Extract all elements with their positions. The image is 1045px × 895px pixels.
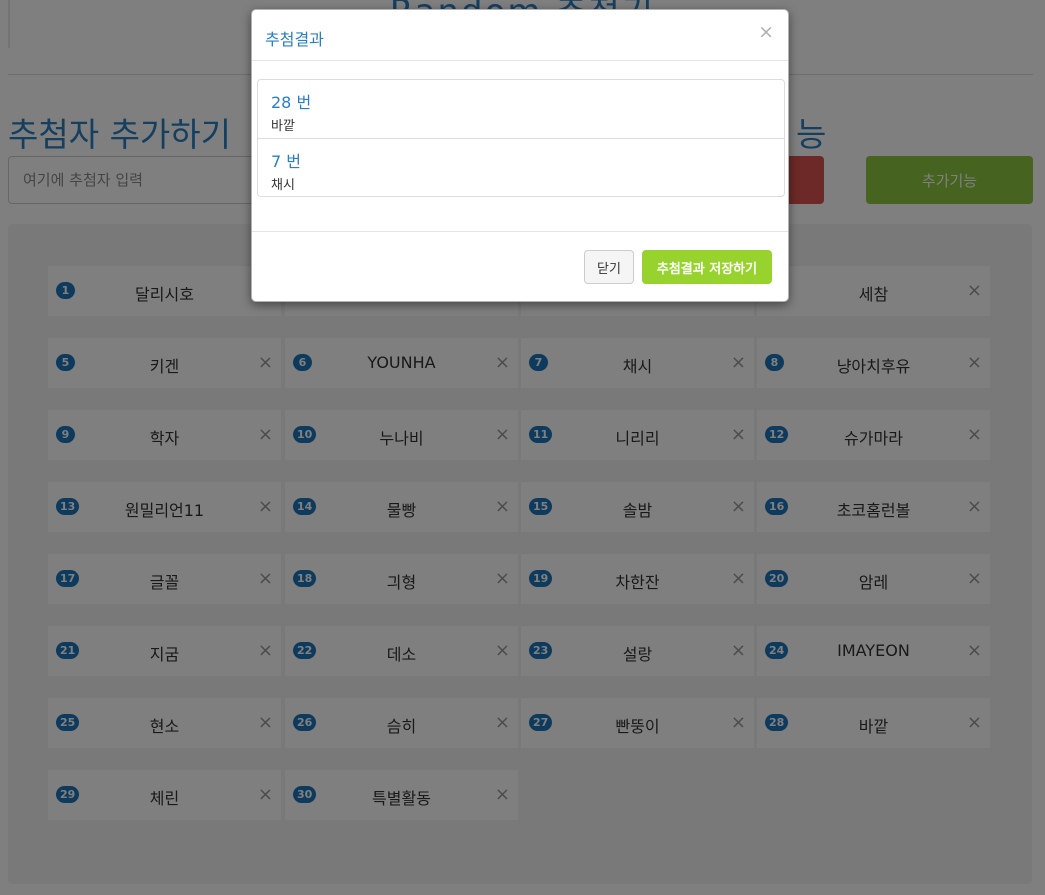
close-button[interactable]: 닫기 xyxy=(584,250,634,284)
modal-title: 추첨결과 xyxy=(265,30,324,49)
result-name: 채시 xyxy=(271,178,295,193)
result-list: 28 번 바깥 7 번 채시 xyxy=(257,79,785,197)
close-icon[interactable]: × xyxy=(758,22,774,42)
result-item: 28 번 바깥 xyxy=(258,80,784,138)
result-modal: 추첨결과 × 28 번 바깥 7 번 채시 닫기 추첨결과 저장하기 xyxy=(251,9,789,302)
modal-footer: 닫기 추첨결과 저장하기 xyxy=(252,231,788,303)
result-number: 7 번 xyxy=(271,152,301,171)
result-item: 7 번 채시 xyxy=(258,138,784,196)
result-name: 바깥 xyxy=(271,119,295,134)
result-number: 28 번 xyxy=(271,93,312,112)
save-results-button[interactable]: 추첨결과 저장하기 xyxy=(642,250,772,284)
modal-header: 추첨결과 × xyxy=(252,10,788,61)
